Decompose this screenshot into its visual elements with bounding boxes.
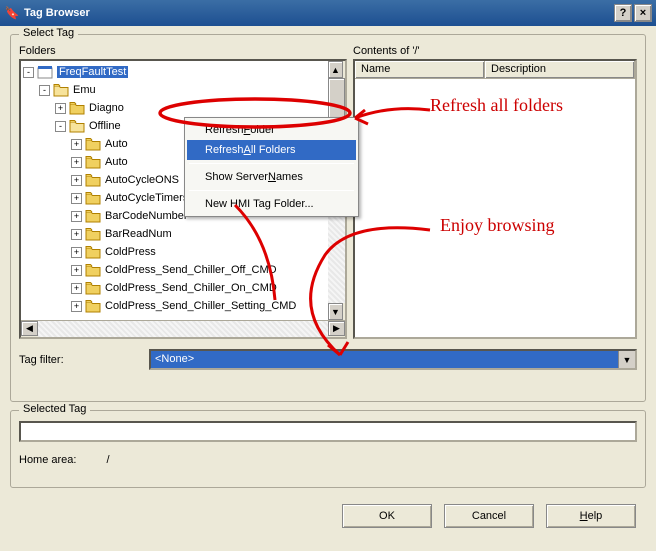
column-header-description[interactable]: Description: [485, 61, 635, 78]
folder-icon: [85, 281, 101, 295]
tree-expander[interactable]: +: [71, 229, 82, 240]
menu-show-server-names[interactable]: Show Server Names: [187, 167, 356, 187]
tree-expander[interactable]: -: [23, 67, 34, 78]
menu-refresh-all-folders[interactable]: Refresh All Folders: [187, 140, 356, 160]
app-icon: 🔖: [4, 5, 20, 21]
tree-label: Auto: [105, 156, 128, 168]
cancel-button[interactable]: Cancel: [444, 504, 534, 528]
tree-label: ColdPress_Send_Chiller_Setting_CMD: [105, 300, 296, 312]
tree-expander[interactable]: +: [71, 211, 82, 222]
folder-icon: [69, 119, 85, 133]
tree-expander[interactable]: -: [39, 85, 50, 96]
folder-icon: [69, 101, 85, 115]
folders-label: Folders: [19, 45, 347, 57]
context-menu: Refresh Folder Refresh All Folders Show …: [184, 117, 359, 217]
tree-label: ColdPress: [105, 246, 156, 258]
tree-label: FreqFaultTest: [57, 66, 128, 78]
tree-item-6[interactable]: + ColdPress: [23, 243, 345, 261]
title-bar: 🔖 Tag Browser ? ×: [0, 0, 656, 26]
folder-icon: [85, 299, 101, 313]
tree-item-8[interactable]: + ColdPress_Send_Chiller_On_CMD: [23, 279, 345, 297]
scroll-right-button[interactable]: ▶: [328, 321, 345, 336]
tree-root[interactable]: - FreqFaultTest: [23, 63, 345, 81]
scroll-left-button[interactable]: ◀: [21, 321, 38, 336]
tree-expander[interactable]: +: [71, 283, 82, 294]
folder-icon: [85, 209, 101, 223]
tag-filter-dropdown[interactable]: <None> ▼: [149, 349, 637, 370]
help-title-button[interactable]: ?: [614, 4, 632, 22]
folder-icon: [85, 263, 101, 277]
selected-tag-group: Selected Tag Home area: /: [10, 410, 646, 488]
ok-button[interactable]: OK: [342, 504, 432, 528]
tree-label: Emu: [73, 84, 96, 96]
home-area-value: /: [106, 454, 109, 466]
window-title: Tag Browser: [24, 7, 614, 19]
select-tag-group: Select Tag Folders -FreqFaultTest-Emu+Di…: [10, 34, 646, 402]
menu-separator: [189, 190, 354, 191]
select-tag-legend: Select Tag: [19, 27, 78, 39]
tree-label: AutoCycleTimers: [105, 192, 188, 204]
column-header-name[interactable]: Name: [355, 61, 485, 78]
tree-item-diagno[interactable]: + Diagno: [23, 99, 345, 117]
scroll-down-button[interactable]: ▼: [328, 303, 343, 320]
tree-label: Auto: [105, 138, 128, 150]
tree-item-7[interactable]: + ColdPress_Send_Chiller_Off_CMD: [23, 261, 345, 279]
tree-label: Offline: [89, 120, 121, 132]
contents-label: Contents of '/': [353, 45, 637, 57]
menu-refresh-folder[interactable]: Refresh Folder: [187, 120, 356, 140]
selected-tag-legend: Selected Tag: [19, 403, 90, 415]
tree-expander[interactable]: +: [71, 193, 82, 204]
menu-new-hmi-tag-folder[interactable]: New HMI Tag Folder...: [187, 194, 356, 214]
tag-filter-value: <None>: [151, 351, 618, 368]
tree-item-5[interactable]: + BarReadNum: [23, 225, 345, 243]
tree-expander[interactable]: +: [71, 157, 82, 168]
tree-label: ColdPress_Send_Chiller_Off_CMD: [105, 264, 277, 276]
tree-expander[interactable]: +: [71, 247, 82, 258]
tree-label: ColdPress_Send_Chiller_On_CMD: [105, 282, 277, 294]
help-button[interactable]: Help: [546, 504, 636, 528]
folder-icon: [85, 173, 101, 187]
tree-expander[interactable]: +: [71, 265, 82, 276]
tree-expander[interactable]: -: [55, 121, 66, 132]
folder-icon: [37, 65, 53, 79]
folder-icon: [85, 191, 101, 205]
tree-label: BarCodeNumber: [105, 210, 188, 222]
close-title-button[interactable]: ×: [634, 4, 652, 22]
contents-listview[interactable]: Name Description: [353, 59, 637, 339]
home-area-label: Home area:: [19, 454, 76, 466]
folder-icon: [85, 227, 101, 241]
tree-label: Diagno: [89, 102, 124, 114]
tree-expander[interactable]: +: [71, 139, 82, 150]
menu-separator: [189, 163, 354, 164]
tree-expander[interactable]: +: [71, 301, 82, 312]
folder-icon: [53, 83, 69, 97]
tag-filter-label: Tag filter:: [19, 354, 139, 366]
folder-icon: [85, 245, 101, 259]
tree-expander[interactable]: +: [71, 175, 82, 186]
tree-label: BarReadNum: [105, 228, 172, 240]
tree-item-9[interactable]: + ColdPress_Send_Chiller_Setting_CMD: [23, 297, 345, 315]
tree-label: AutoCycleONS: [105, 174, 179, 186]
tree-item-emu[interactable]: - Emu: [23, 81, 345, 99]
listview-body: [355, 79, 635, 337]
selected-tag-input[interactable]: [19, 421, 637, 442]
folder-icon: [85, 155, 101, 169]
dropdown-arrow-icon[interactable]: ▼: [618, 351, 635, 368]
tree-expander[interactable]: +: [55, 103, 66, 114]
folder-icon: [85, 137, 101, 151]
scroll-up-button[interactable]: ▲: [328, 61, 343, 78]
